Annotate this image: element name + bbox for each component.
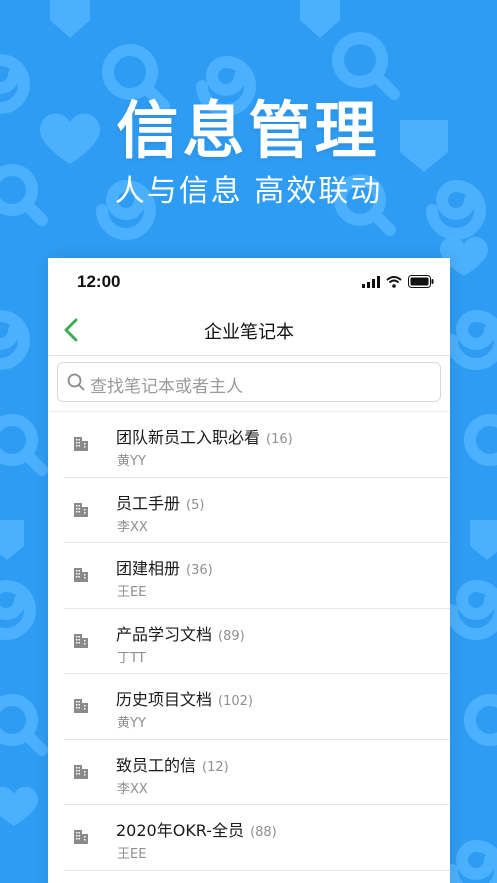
list-item[interactable]: 产品学习文档 (89) 丁TT	[48, 609, 450, 675]
notebook-title: 致员工的信	[116, 755, 197, 775]
notebook-count: (16)	[266, 432, 293, 447]
building-icon	[74, 699, 88, 713]
notebook-title: 员工手册	[116, 493, 181, 513]
status-time: 12:00	[77, 272, 121, 291]
page-title: 企业笔记本	[204, 322, 294, 343]
notebook-title: 2020年OKR-全员	[116, 821, 245, 840]
building-icon	[74, 633, 88, 648]
notebook-owner: 王EE	[117, 847, 147, 862]
building-icon	[74, 437, 88, 451]
phone-screen: 12:00 企业笔记本 查找笔记本或者主人 团队新员工入职必看 (16) 黄YY…	[48, 258, 450, 883]
status-bar: 12:00	[48, 258, 450, 306]
item-title-row: 产品学习文档 (89)	[116, 621, 245, 645]
nav-bar: 企业笔记本	[48, 306, 450, 356]
notebook-owner: 黄YY	[117, 454, 146, 469]
item-title-row: 致员工的信 (12)	[116, 752, 229, 776]
item-title-row: 历史项目文档 (102)	[116, 686, 253, 710]
notebook-title: 团队新员工入职必看	[116, 428, 261, 447]
hero-subtitle: 人与信息 高效联动	[114, 174, 383, 209]
list-item[interactable]: 2020年OKR-全员 (88) 王EE	[48, 805, 450, 871]
list-item[interactable]: 致员工的信 (12) 李XX	[48, 740, 450, 806]
building-icon	[74, 568, 88, 582]
notebook-count: (88)	[250, 825, 277, 840]
notebook-owner: 李XX	[117, 519, 148, 535]
list-item[interactable]: 历史项目文档 (102) 黄YY	[48, 674, 450, 740]
notebook-owner: 李XX	[117, 781, 148, 797]
search-icon	[67, 373, 85, 391]
search-input[interactable]: 查找笔记本或者主人	[57, 362, 441, 402]
notebook-count: (5)	[186, 497, 205, 513]
notebook-title: 团建相册	[116, 559, 181, 578]
notebook-list: 团队新员工入职必看 (16) 黄YY 员工手册 (5) 李XX 团建相册 (36) 王EE 产品学…	[48, 412, 450, 871]
notebook-count: (89)	[218, 628, 245, 644]
notebook-count: (12)	[202, 759, 229, 775]
item-title-row: 员工手册 (5)	[116, 490, 204, 514]
signal-icon	[362, 275, 380, 288]
notebook-title: 历史项目文档	[116, 690, 213, 709]
battery-icon	[408, 275, 434, 288]
list-item[interactable]: 团建相册 (36) 王EE	[48, 543, 450, 609]
search-placeholder: 查找笔记本或者主人	[90, 377, 243, 397]
building-icon	[74, 502, 88, 517]
wifi-icon	[386, 275, 402, 288]
item-title-row: 团队新员工入职必看 (16)	[116, 424, 293, 448]
item-title-row: 2020年OKR-全员 (88)	[116, 817, 277, 841]
notebook-owner: 黄YY	[117, 716, 146, 731]
notebook-count: (102)	[218, 694, 253, 709]
status-icons	[362, 275, 434, 288]
list-item[interactable]: 团队新员工入职必看 (16) 黄YY	[48, 412, 450, 478]
notebook-title: 产品学习文档	[116, 624, 213, 644]
search-bar: 查找笔记本或者主人	[48, 356, 450, 412]
notebook-owner: 丁TT	[117, 650, 146, 666]
building-icon	[74, 830, 88, 844]
list-item[interactable]: 员工手册 (5) 李XX	[48, 478, 450, 544]
item-title-row: 团建相册 (36)	[116, 555, 213, 579]
hero-title: 信息管理	[116, 94, 381, 167]
building-icon	[74, 764, 88, 779]
notebook-owner: 王EE	[117, 585, 147, 600]
notebook-count: (36)	[186, 563, 213, 578]
